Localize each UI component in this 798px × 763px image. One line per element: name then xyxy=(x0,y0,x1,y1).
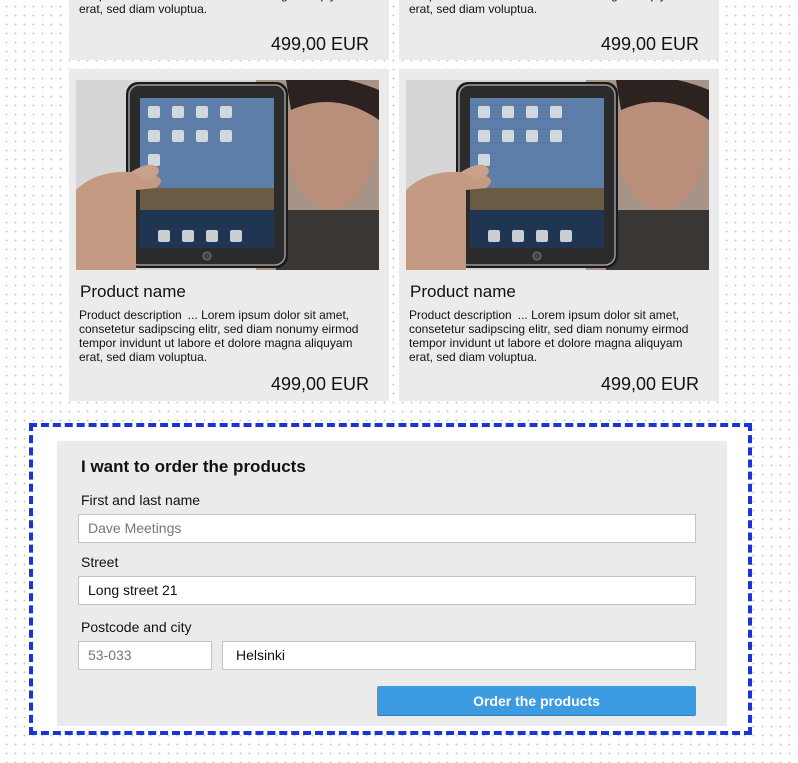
name-input[interactable]: Dave Meetings xyxy=(78,514,696,543)
product-price: 499,00 EUR xyxy=(600,374,699,394)
street-input[interactable]: Long street 21 xyxy=(78,576,696,605)
product-card[interactable]: Product name Product description... Lore… xyxy=(69,69,389,401)
product-card: tempor invidunt ut labore et dolore magn… xyxy=(399,0,719,60)
product-description: tempor invidunt ut labore et dolore magn… xyxy=(409,0,683,16)
product-description-label: Product description xyxy=(79,308,182,322)
order-form-title: I want to order the products xyxy=(81,457,306,476)
postcode-input[interactable]: 53-033 xyxy=(78,641,212,670)
name-label: First and last name xyxy=(81,492,201,508)
product-description: Product description... Lorem ipsum dolor… xyxy=(79,308,369,364)
product-name[interactable]: Product name xyxy=(410,282,516,302)
postcode-city-label: Postcode and city xyxy=(81,619,192,635)
product-description: tempor invidunt ut labore et dolore magn… xyxy=(79,0,353,16)
product-description: Product description... Lorem ipsum dolor… xyxy=(409,308,699,364)
product-card: tempor invidunt ut labore et dolore magn… xyxy=(69,0,389,60)
product-price: 499,00 EUR xyxy=(600,34,699,54)
order-form: I want to order the products First and l… xyxy=(57,441,727,726)
city-input[interactable]: Helsinki xyxy=(222,641,696,670)
product-image[interactable] xyxy=(406,80,709,270)
product-price: 499,00 EUR xyxy=(270,34,369,54)
street-label: Street xyxy=(81,554,119,570)
product-card[interactable]: Product name Product description... Lore… xyxy=(399,69,719,401)
product-description-label: Product description xyxy=(409,308,512,322)
order-products-button[interactable]: Order the products xyxy=(377,686,696,716)
product-image[interactable] xyxy=(76,80,379,270)
product-name[interactable]: Product name xyxy=(80,282,186,302)
product-price: 499,00 EUR xyxy=(270,374,369,394)
